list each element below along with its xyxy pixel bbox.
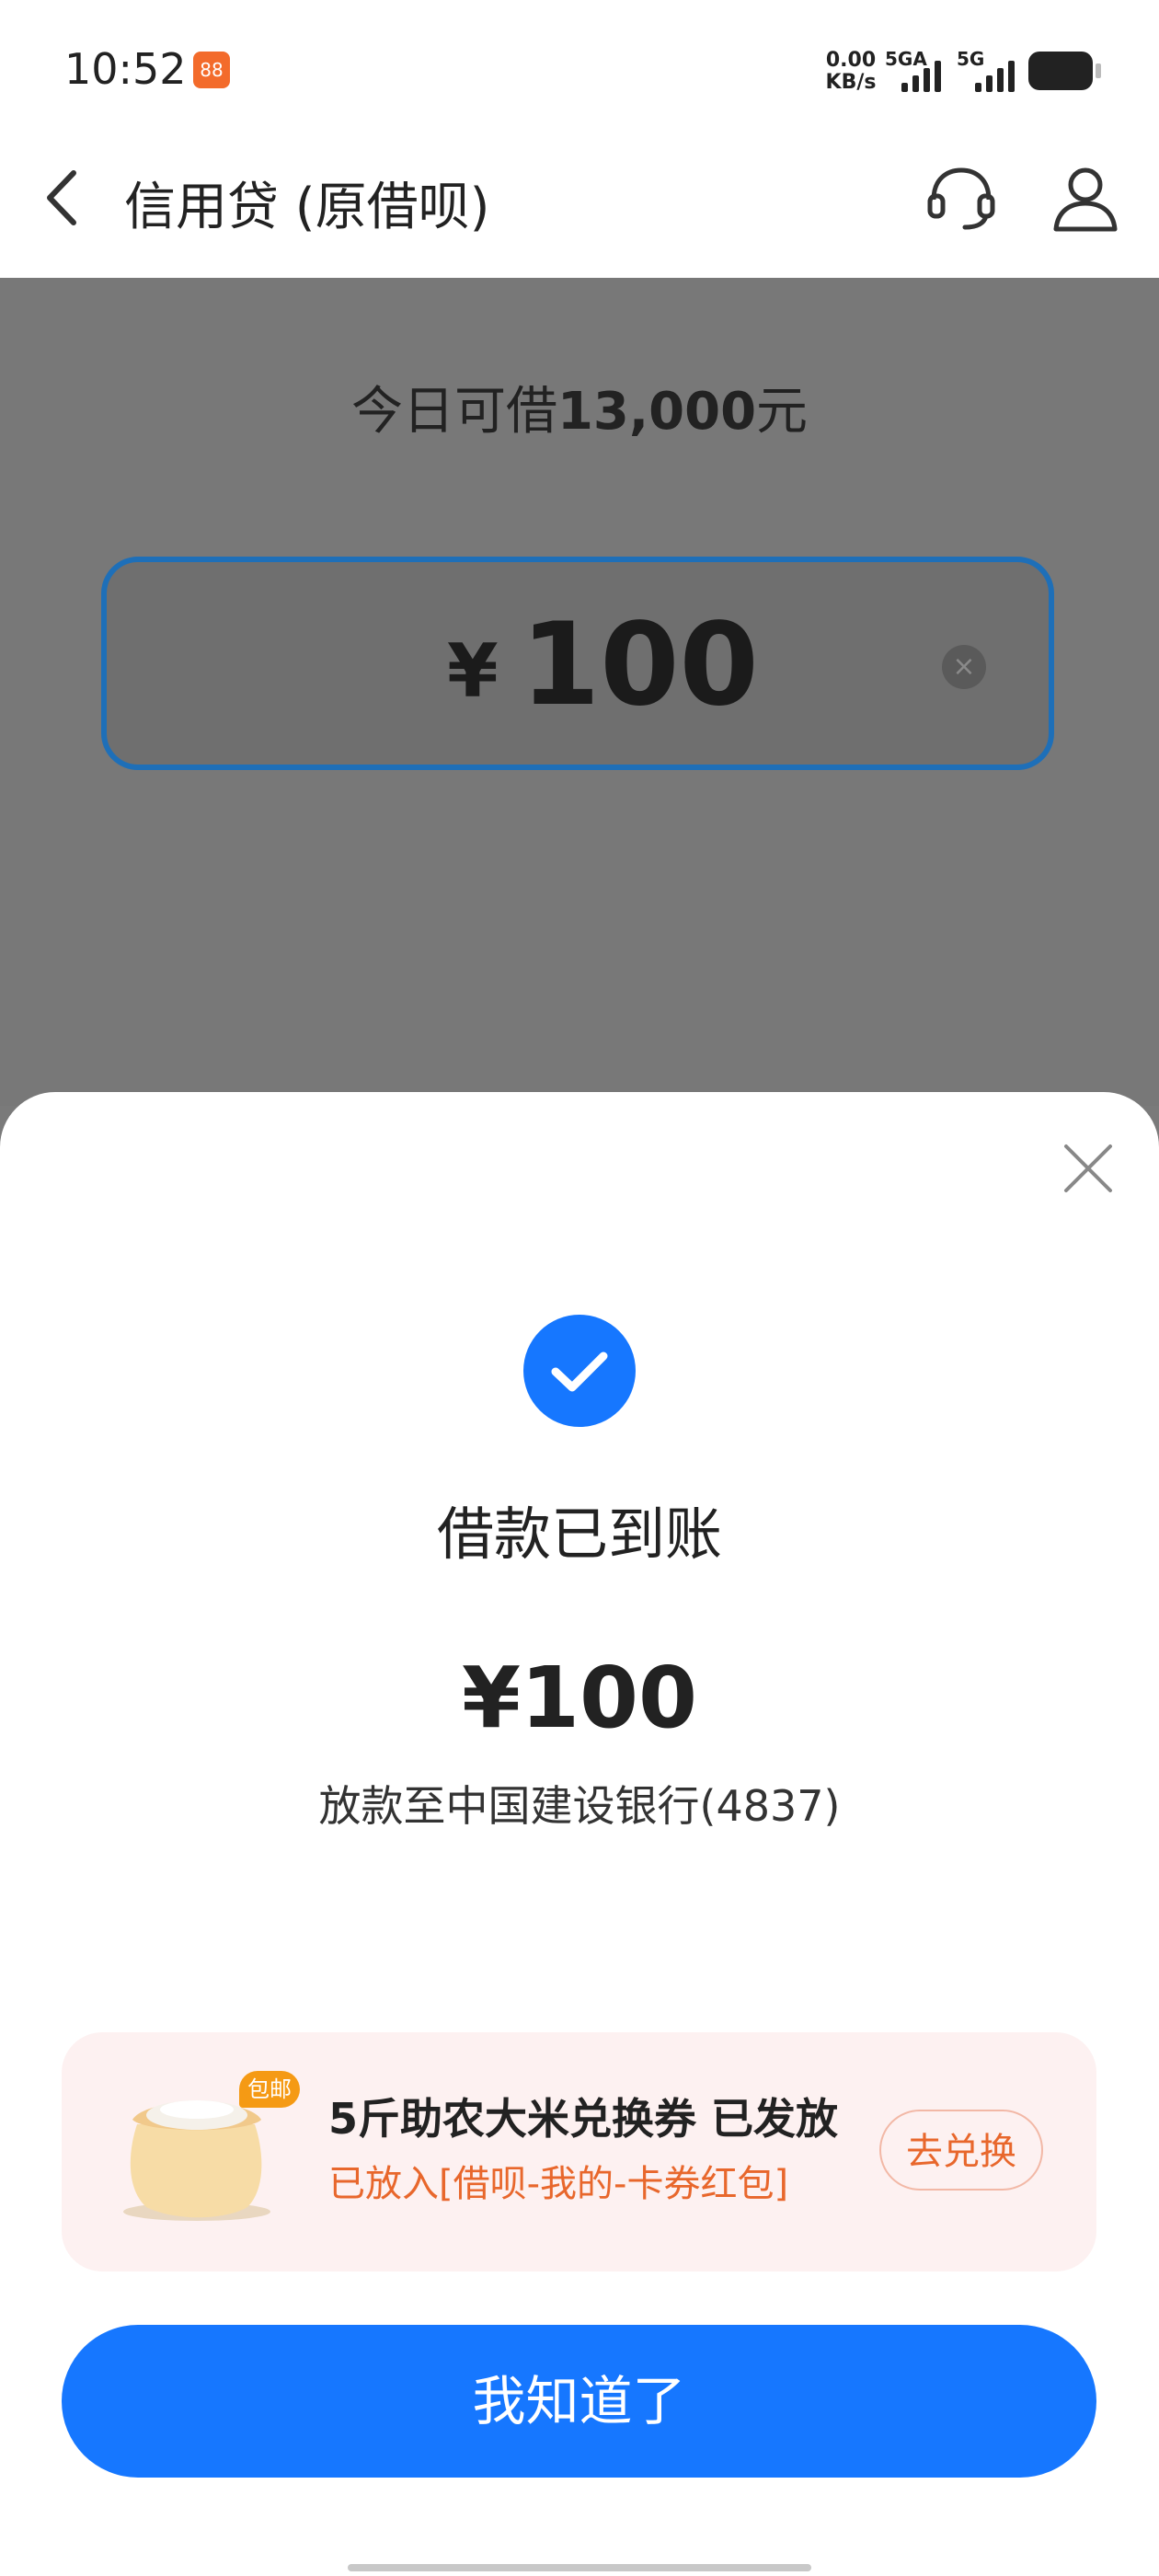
back-icon[interactable]	[39, 166, 94, 230]
available-prefix: 今日可借	[350, 382, 557, 442]
promo-title: 5斤助农大米兑换券 已发放	[328, 2094, 839, 2144]
rice-coupon-card[interactable]: 包邮 5斤助农大米兑换券 已发放 已放入[借呗-我的-卡券红包] 去兑换	[62, 2032, 1096, 2271]
available-suffix: 元	[756, 382, 809, 442]
success-check-icon	[523, 1315, 636, 1427]
currency-symbol: ¥	[447, 628, 499, 714]
loan-amount-value[interactable]: 100	[521, 599, 759, 731]
status-time: 10:52	[64, 44, 187, 94]
success-title: 借款已到账	[436, 1501, 722, 1568]
disbursement-bank: 放款至中国建设银行(4837)	[318, 1781, 841, 1831]
signal-strength-icon-2	[966, 55, 1021, 92]
success-bottom-sheet: 借款已到账 ¥100 放款至中国建设银行(4837) 包邮 5斤助农大米兑换券 …	[0, 1092, 1159, 2576]
free-shipping-badge: 包邮	[239, 2071, 300, 2108]
customer-service-icon[interactable]	[924, 161, 998, 235]
got-it-button[interactable]: 我知道了	[62, 2325, 1096, 2478]
loan-amount-input[interactable]: ¥ 100 ×	[101, 557, 1054, 770]
network-speed-unit: KB/s	[825, 71, 877, 94]
home-indicator[interactable]	[348, 2564, 811, 2571]
network-speed-value: 0.00	[825, 49, 877, 72]
battery-icon	[1028, 52, 1101, 90]
redeem-button[interactable]: 去兑换	[879, 2110, 1043, 2191]
app-notification-icon: 88	[193, 52, 230, 88]
page-title: 信用贷 (原借呗)	[124, 178, 490, 237]
promo-subtitle: 已放入[借呗-我的-卡券红包]	[328, 2163, 789, 2205]
clear-input-icon[interactable]: ×	[942, 645, 986, 689]
network-speed: 0.00 KB/s	[819, 50, 883, 94]
disbursed-amount: ¥100	[461, 1649, 698, 1747]
available-credit: 今日可借13,000元	[0, 370, 1159, 444]
user-icon[interactable]	[1049, 161, 1122, 235]
available-amount: 13,000	[557, 382, 757, 442]
app-header: 信用贷 (原借呗)	[0, 138, 1159, 278]
status-bar: 10:52 88 0.00 KB/s 5GA 5G	[0, 0, 1159, 138]
signal-strength-icon	[892, 55, 947, 92]
close-icon[interactable]	[1062, 1143, 1114, 1194]
